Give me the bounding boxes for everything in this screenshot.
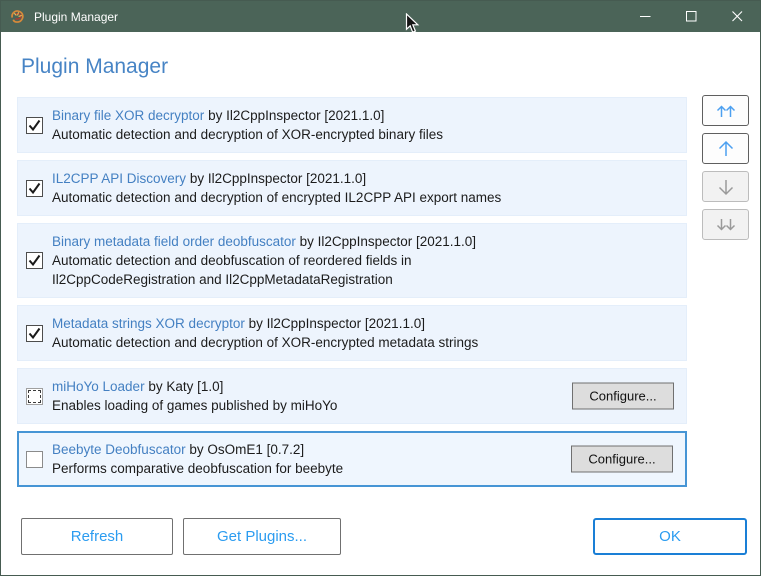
plugin-description: Performs comparative deobfuscation for b… [52,461,344,476]
checkmark-icon [28,119,41,131]
plugin-row[interactable]: Metadata strings XOR decryptor by Il2Cpp… [17,305,687,361]
plugin-checkbox[interactable] [26,387,43,405]
mouse-cursor [405,13,420,33]
plugin-row[interactable]: IL2CPP API Discovery by Il2CppInspector … [17,160,687,216]
down-arrow-icon [718,179,733,195]
plugin-row[interactable]: Binary file XOR decryptor by Il2CppInspe… [17,97,687,153]
plugin-name-link[interactable]: Metadata strings XOR decryptor [52,316,245,331]
plugin-name-link[interactable]: IL2CPP API Discovery [52,171,186,186]
refresh-button[interactable]: Refresh [21,518,173,555]
move-up-button[interactable] [702,133,749,164]
plugin-description: Automatic detection and decryption of en… [52,190,502,205]
checkmark-icon [28,327,41,339]
plugin-manager-window: Plugin Manager Plugin Manager Binary fil… [0,0,761,576]
plugin-byline: by Il2CppInspector [2021.1.0] [295,234,477,249]
plugin-checkbox[interactable] [26,116,43,134]
window-title: Plugin Manager [34,9,119,24]
plugin-checkbox[interactable] [26,324,43,342]
double-up-arrow-icon [716,104,735,117]
plugin-name-link[interactable]: miHoYo Loader [52,379,145,394]
close-button[interactable] [714,1,760,32]
titlebar: Plugin Manager [1,1,760,32]
plugin-byline: by Il2CppInspector [2021.1.0] [204,108,385,123]
reorder-buttons [702,95,749,240]
page-title: Plugin Manager [21,55,169,78]
plugin-title-line: Beebyte Deobfuscator by OsOmE1 [0.7.2] [52,440,592,459]
plugin-description: Automatic detection and decryption of XO… [52,335,479,350]
maximize-icon [685,11,696,22]
configure-button[interactable]: Configure... [572,382,674,410]
plugin-description: Enables loading of games published by mi… [52,398,338,413]
plugin-row[interactable]: Beebyte Deobfuscator by OsOmE1 [0.7.2] P… [17,431,687,487]
get-plugins-button[interactable]: Get Plugins... [183,518,341,555]
plugin-title-line: Binary metadata field order deobfuscator… [52,232,592,251]
plugin-description: Automatic detection and deobfuscation of… [52,253,412,287]
plugin-list: Binary file XOR decryptor by Il2CppInspe… [17,97,687,487]
plugin-checkbox[interactable] [26,252,43,269]
plugin-byline: by OsOmE1 [0.7.2] [185,442,305,457]
plugin-title-line: Metadata strings XOR decryptor by Il2Cpp… [52,314,592,333]
ok-button[interactable]: OK [593,518,747,555]
plugin-name-link[interactable]: Binary file XOR decryptor [52,108,204,123]
move-to-top-button[interactable] [702,95,749,126]
plugin-title-line: IL2CPP API Discovery by Il2CppInspector … [52,169,592,188]
move-down-button[interactable] [702,171,749,202]
plugin-checkbox[interactable] [26,450,43,468]
plugin-row[interactable]: miHoYo Loader by Katy [1.0] Enables load… [17,368,687,424]
minimize-icon [639,16,650,17]
plugin-byline: by Il2CppInspector [2021.1.0] [186,171,367,186]
move-to-bottom-button[interactable] [702,209,749,240]
checkmark-icon [28,182,41,194]
up-arrow-icon [718,140,733,156]
plugin-name-link[interactable]: Beebyte Deobfuscator [52,442,186,457]
close-icon [731,11,742,22]
plugin-name-link[interactable]: Binary metadata field order deobfuscator [52,234,296,249]
maximize-button[interactable] [668,1,714,32]
double-down-arrow-icon [716,218,735,231]
plugin-description: Automatic detection and decryption of XO… [52,127,443,142]
configure-button[interactable]: Configure... [571,445,673,473]
plugin-byline: by Il2CppInspector [2021.1.0] [244,316,425,331]
minimize-button[interactable] [622,1,668,32]
checkmark-icon [28,254,41,267]
app-icon [11,10,24,23]
plugin-title-line: miHoYo Loader by Katy [1.0] [52,377,592,396]
plugin-title-line: Binary file XOR decryptor by Il2CppInspe… [52,106,592,125]
plugin-checkbox[interactable] [26,179,43,197]
plugin-byline: by Katy [1.0] [144,379,224,394]
plugin-row[interactable]: Binary metadata field order deobfuscator… [17,223,687,298]
